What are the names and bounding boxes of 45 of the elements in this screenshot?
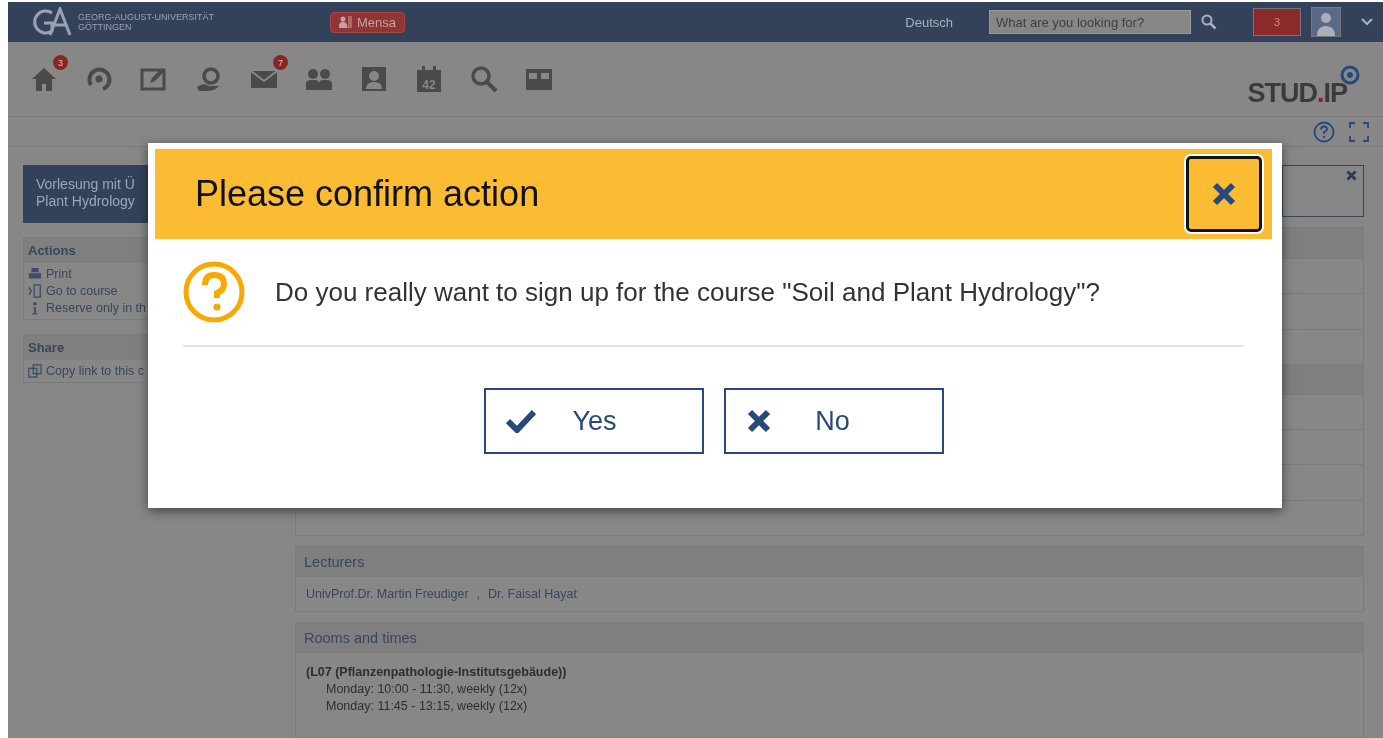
sidebar-link[interactable]: Go to course xyxy=(46,284,118,298)
home-icon[interactable] xyxy=(30,65,58,93)
no-button[interactable]: No xyxy=(723,388,944,454)
separator: , xyxy=(476,587,481,601)
section-title: Rooms and times xyxy=(296,623,1363,653)
lecturer-link[interactable]: Dr. Faisal Hayat xyxy=(488,587,577,601)
question-icon xyxy=(183,261,245,323)
notification-counter[interactable]: 3 xyxy=(1253,8,1301,36)
chevron-down-icon[interactable] xyxy=(1361,18,1373,26)
profile-icon[interactable] xyxy=(360,65,388,93)
stud-ip-logo[interactable]: STUD.IP xyxy=(1247,64,1361,108)
dialog-message: Do you really want to sign up for the course "Soil and Plant Hydrology"? xyxy=(275,276,1100,308)
close-icon xyxy=(1211,181,1237,207)
close-icon[interactable] xyxy=(1346,170,1357,181)
language-link[interactable]: Deutsch xyxy=(905,14,953,30)
search-icon[interactable] xyxy=(470,65,498,93)
help-icon[interactable] xyxy=(1313,120,1335,143)
room-name: (L07 (Pflanzenpathologie-Institutsgebäude)) xyxy=(306,665,568,679)
enter-icon xyxy=(28,284,42,298)
search-icon[interactable] xyxy=(1201,14,1217,30)
cross-icon xyxy=(745,408,772,434)
schedule-entry: Monday: 10:00 - 11:30, weekly (12x) xyxy=(325,682,529,696)
cafeteria-icon xyxy=(339,16,353,28)
sidebar-link[interactable]: Copy link to this c xyxy=(46,364,144,378)
hand-icon[interactable] xyxy=(195,65,223,93)
edit-icon[interactable] xyxy=(140,65,168,93)
close-button[interactable] xyxy=(1186,156,1262,232)
ring-icon[interactable] xyxy=(85,65,113,93)
university-name: GEORG-AUGUST-UNIVERSITÄT GÖTTINGEN xyxy=(78,12,214,32)
count-badge: 3 xyxy=(53,55,68,70)
sidebar-link[interactable]: Print xyxy=(46,267,72,281)
lecturer-link[interactable]: UnivProf.Dr. Martin Freudiger xyxy=(306,587,469,601)
count-badge: 7 xyxy=(273,55,288,70)
checkmark-icon xyxy=(505,409,536,433)
avatar-icon[interactable] xyxy=(1311,7,1341,37)
yes-button[interactable]: Yes xyxy=(483,388,704,454)
schedule-entry: Monday: 11:45 - 13:15, weekly (12x) xyxy=(325,699,529,713)
print-icon xyxy=(28,267,42,281)
mensa-button[interactable]: Mensa xyxy=(330,11,406,33)
university-logo-icon xyxy=(30,7,74,37)
sidebar-link[interactable]: Reserve only in th xyxy=(46,301,147,315)
section-title: Lecturers xyxy=(296,547,1363,577)
copy-icon xyxy=(28,364,42,378)
search-field[interactable]: What are you looking for? xyxy=(989,10,1191,34)
fullscreen-icon[interactable] xyxy=(1349,121,1369,142)
